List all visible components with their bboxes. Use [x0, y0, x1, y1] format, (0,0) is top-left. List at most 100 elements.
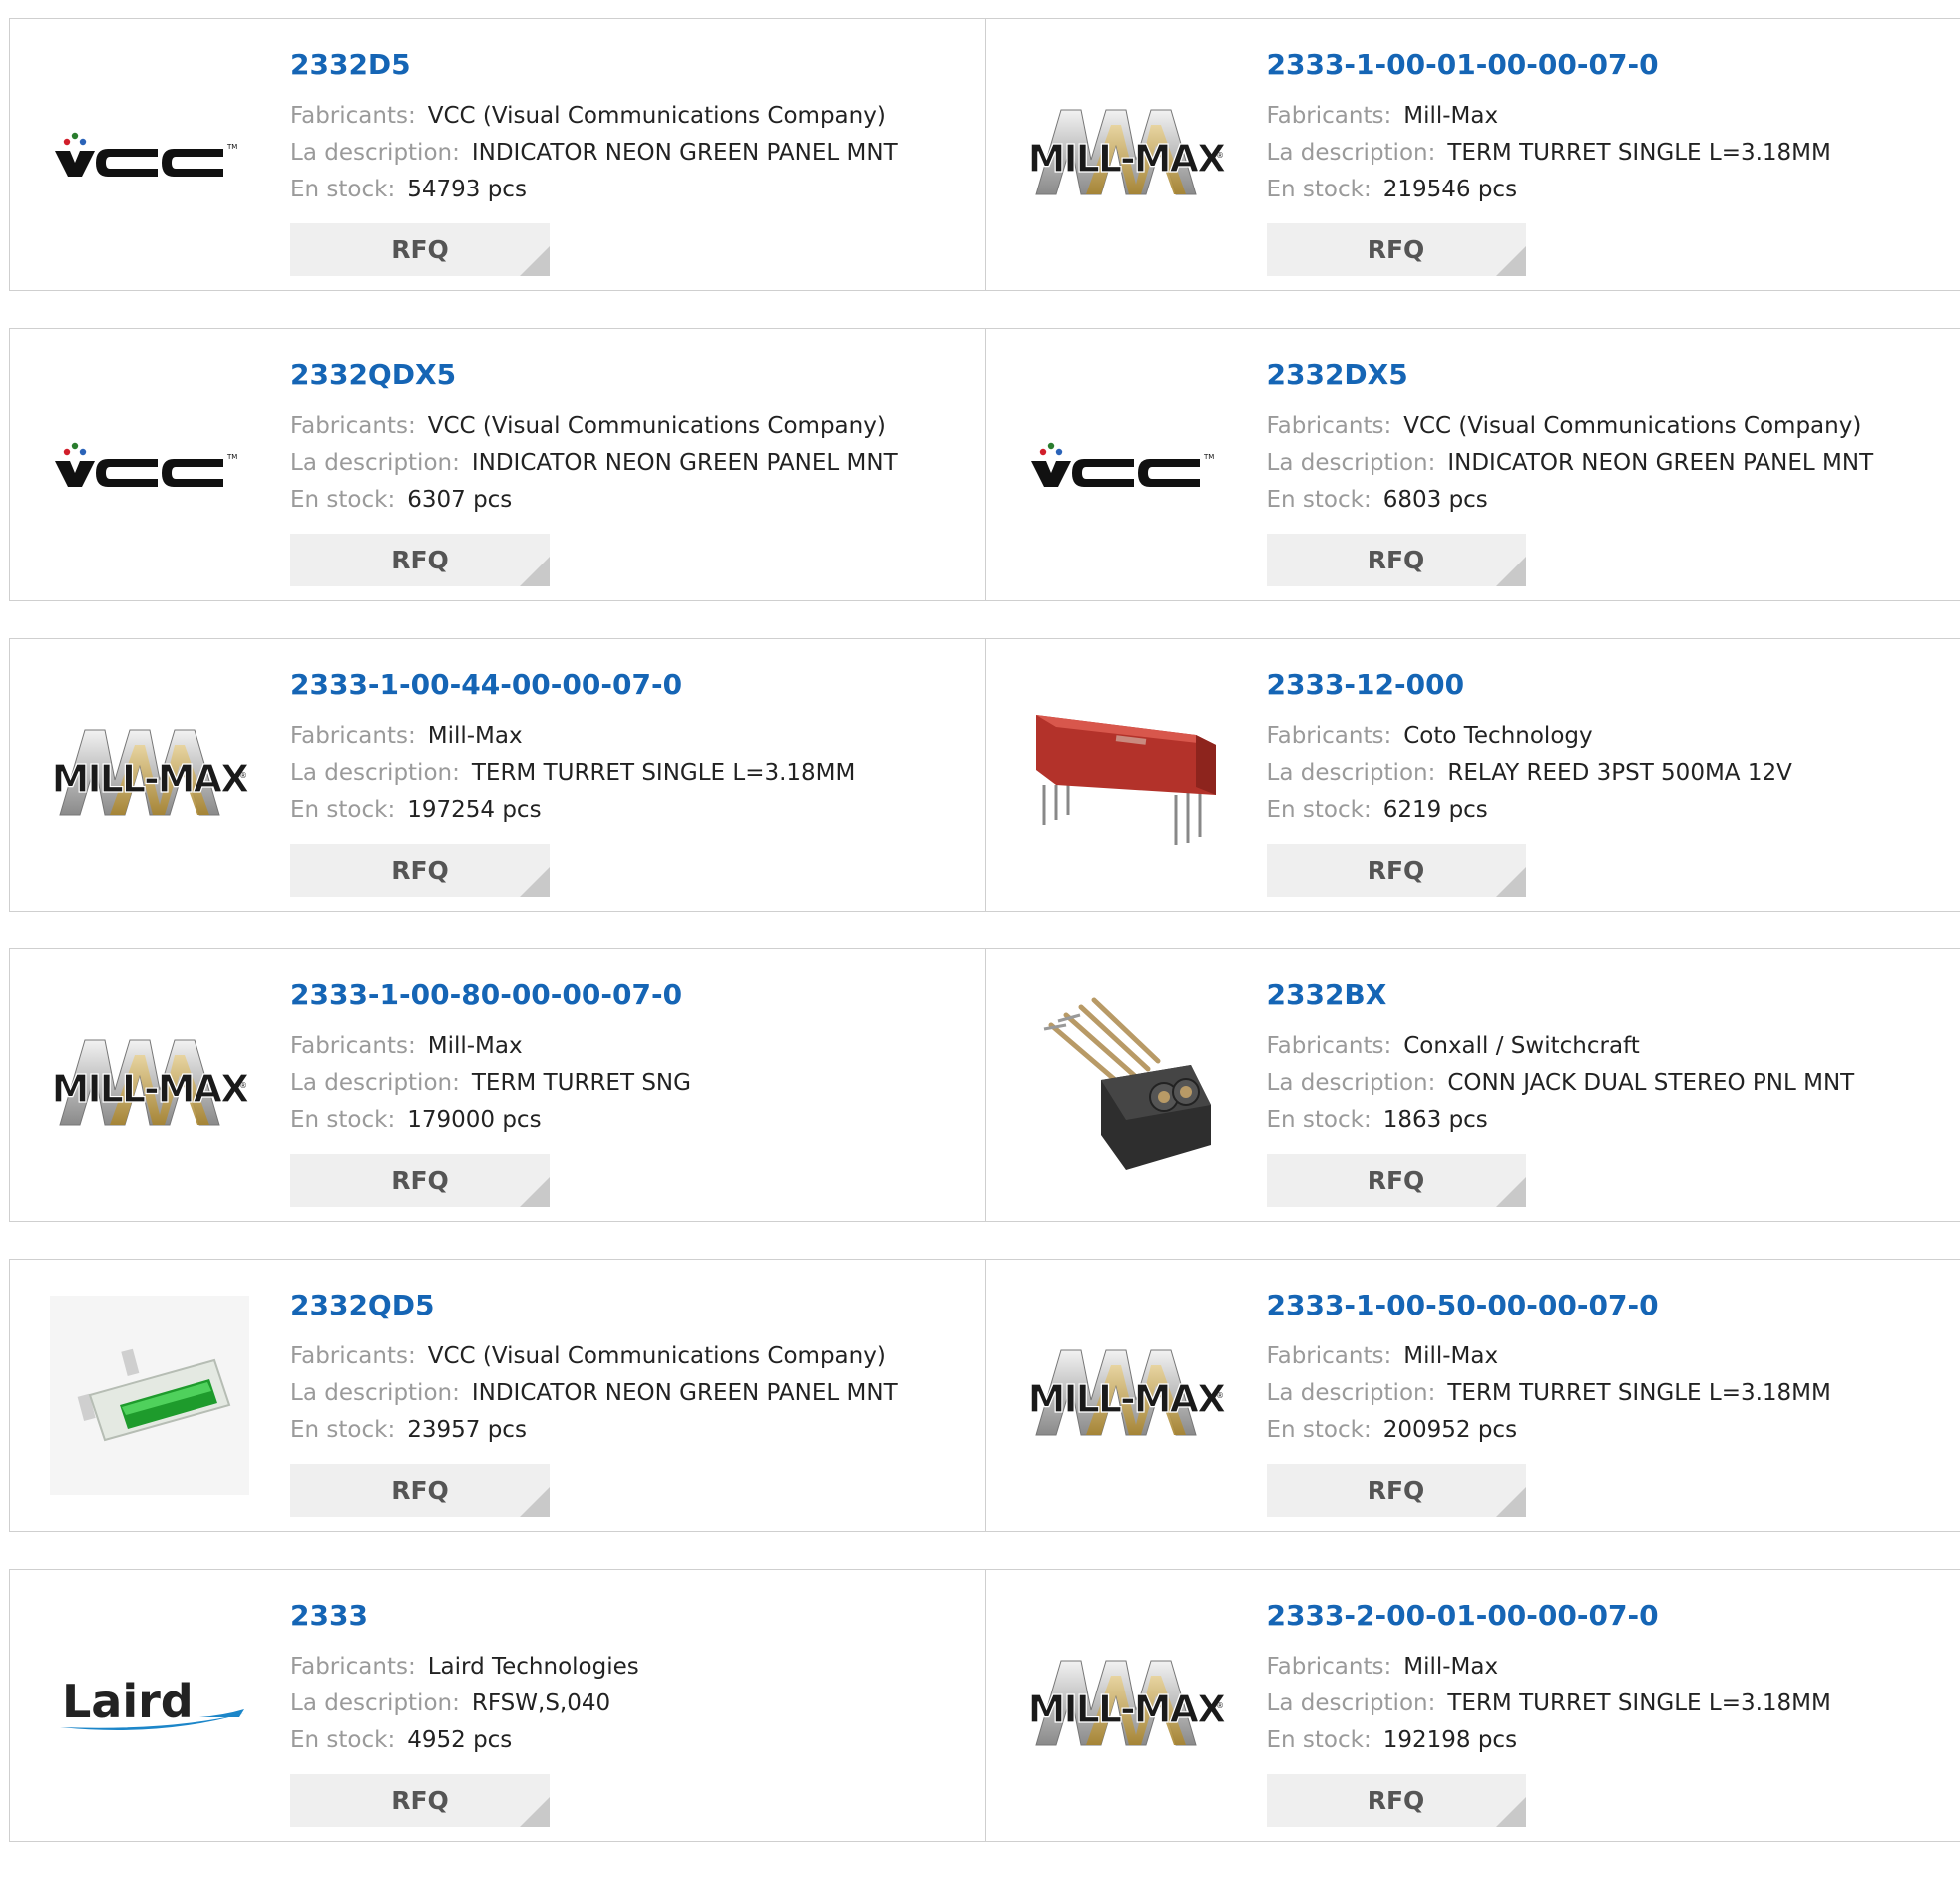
- svg-text:TM: TM: [1203, 453, 1214, 461]
- stock-row: En stock:219546 pcs: [1267, 172, 1831, 208]
- jack-photo[interactable]: [1026, 985, 1226, 1185]
- rfq-button[interactable]: RFQ: [1267, 534, 1526, 586]
- stock-row: En stock:192198 pcs: [1267, 1722, 1831, 1759]
- rfq-button[interactable]: RFQ: [1267, 1154, 1526, 1207]
- part-number-link[interactable]: 2332BX: [1267, 978, 1855, 1012]
- description-row: La description:INDICATOR NEON GREEN PANE…: [290, 135, 898, 172]
- manufacturer-value: Mill-Max: [1403, 1343, 1498, 1369]
- manufacturer-label: Fabricants:: [1267, 723, 1392, 749]
- description-row: La description:INDICATOR NEON GREEN PANE…: [290, 1375, 898, 1412]
- stock-row: En stock:23957 pcs: [290, 1412, 898, 1449]
- corner-triangle-icon: [520, 1487, 550, 1517]
- rfq-button[interactable]: RFQ: [1267, 1774, 1526, 1827]
- stock-row: En stock:6219 pcs: [1267, 792, 1792, 829]
- stock-row: En stock:4952 pcs: [290, 1722, 639, 1759]
- stock-label: En stock:: [290, 1107, 395, 1133]
- product-card: 2333-12-000 Fabricants:Coto Technology L…: [985, 639, 1960, 911]
- manufacturer-row: Fabricants:Mill-Max: [290, 1028, 691, 1065]
- description-value: TERM TURRET SINGLE L=3.18MM: [1447, 1691, 1831, 1716]
- manufacturer-label: Fabricants:: [1267, 413, 1392, 439]
- rfq-label: RFQ: [391, 1476, 449, 1505]
- millmax-logo[interactable]: MILL-MAX ®: [1026, 1606, 1226, 1805]
- millmax-logo[interactable]: MILL-MAX ®: [1026, 55, 1226, 254]
- manufacturer-label: Fabricants:: [1267, 1343, 1392, 1369]
- rfq-button[interactable]: RFQ: [1267, 223, 1526, 276]
- product-info: 2332DX5 Fabricants: VCC (Visual Communica…: [1267, 358, 1874, 586]
- rfq-button[interactable]: RFQ: [290, 1464, 550, 1517]
- part-number-link[interactable]: 2332D5: [290, 48, 898, 82]
- part-number-link[interactable]: 2333-1-00-80-00-00-07-0: [290, 978, 691, 1012]
- svg-text:®: ®: [1216, 1701, 1224, 1710]
- part-number-link[interactable]: 2333-12-000: [1267, 668, 1792, 702]
- part-number-link[interactable]: 2333: [290, 1599, 639, 1633]
- manufacturer-label: Fabricants:: [1267, 103, 1392, 129]
- stock-label: En stock:: [290, 487, 395, 513]
- manufacturer-row: Fabricants:Mill-Max: [290, 718, 855, 755]
- product-card: 2332QD5 Fabricants: VCC (Visual Communica…: [10, 1260, 985, 1531]
- svg-text:MILL-MAX: MILL-MAX: [1027, 1377, 1225, 1421]
- description-value: RELAY REED 3PST 500MA 12V: [1447, 760, 1791, 786]
- vcc-logo[interactable]: TM: [50, 365, 249, 564]
- part-number-link[interactable]: 2333-1-00-50-00-00-07-0: [1267, 1289, 1831, 1322]
- rfq-button[interactable]: RFQ: [290, 223, 550, 276]
- manufacturer-label: Fabricants:: [1267, 1033, 1392, 1059]
- rfq-button[interactable]: RFQ: [1267, 844, 1526, 897]
- manufacturer-value: VCC (Visual Communications Company): [428, 1343, 886, 1369]
- millmax-logo[interactable]: MILL-MAX ®: [50, 985, 249, 1185]
- manufacturer-row: Fabricants: Mill-Max: [1267, 1338, 1831, 1375]
- description-value: TERM TURRET SNG: [472, 1070, 691, 1096]
- svg-text:Laird: Laird: [62, 1675, 194, 1728]
- corner-triangle-icon: [520, 1797, 550, 1827]
- indicator-photo[interactable]: [50, 1296, 249, 1495]
- millmax-logo[interactable]: MILL-MAX ®: [50, 675, 249, 875]
- manufacturer-label: Fabricants:: [290, 1343, 416, 1369]
- description-row: La description:TERM TURRET SINGLE L=3.18…: [1267, 1375, 1831, 1412]
- relay-photo[interactable]: [1026, 675, 1226, 875]
- rfq-button[interactable]: RFQ: [290, 1154, 550, 1207]
- manufacturer-value: Coto Technology: [1403, 723, 1592, 749]
- stock-row: En stock:200952 pcs: [1267, 1412, 1831, 1449]
- part-number-link[interactable]: 2332QD5: [290, 1289, 898, 1322]
- manufacturer-value: VCC (Visual Communications Company): [1403, 413, 1861, 439]
- stock-value: 54793 pcs: [407, 177, 527, 202]
- manufacturer-value: Mill-Max: [428, 1033, 523, 1059]
- rfq-button[interactable]: RFQ: [290, 534, 550, 586]
- product-info: 2332D5 Fabricants:VCC (Visual Communicat…: [290, 48, 898, 276]
- stock-row: En stock:197254 pcs: [290, 792, 855, 829]
- rfq-button[interactable]: RFQ: [290, 844, 550, 897]
- manufacturer-row: Fabricants:Conxall / Switchcraft: [1267, 1028, 1855, 1065]
- description-value: INDICATOR NEON GREEN PANEL MNT: [472, 450, 898, 476]
- rfq-label: RFQ: [1368, 1476, 1425, 1505]
- corner-triangle-icon: [520, 867, 550, 897]
- stock-value: 200952 pcs: [1383, 1417, 1517, 1443]
- part-number-link[interactable]: 2332QDX5: [290, 358, 898, 392]
- stock-value: 6307 pcs: [407, 487, 512, 513]
- stock-value: 4952 pcs: [407, 1727, 512, 1753]
- vcc-logo[interactable]: TM: [50, 55, 249, 254]
- product-row: 2332QD5 Fabricants: VCC (Visual Communica…: [9, 1259, 1960, 1532]
- part-number-link[interactable]: 2333-1-00-44-00-00-07-0: [290, 668, 855, 702]
- rfq-label: RFQ: [1368, 546, 1425, 574]
- part-number-link[interactable]: 2332DX5: [1267, 358, 1874, 392]
- part-number-link[interactable]: 2333-2-00-01-00-00-07-0: [1267, 1599, 1831, 1633]
- rfq-button[interactable]: RFQ: [290, 1774, 550, 1827]
- product-info: 2333-1-00-50-00-00-07-0 Fabricants: Mill-…: [1267, 1289, 1831, 1517]
- svg-text:TM: TM: [226, 453, 237, 461]
- manufacturer-label: Fabricants:: [290, 723, 416, 749]
- part-number-link[interactable]: 2333-1-00-01-00-00-07-0: [1267, 48, 1831, 82]
- rfq-button[interactable]: RFQ: [1267, 1464, 1526, 1517]
- manufacturer-row: Fabricants: VCC (Visual Communications Co…: [1267, 408, 1874, 445]
- millmax-logo[interactable]: MILL-MAX ®: [1026, 1296, 1226, 1495]
- description-value: CONN JACK DUAL STEREO PNL MNT: [1447, 1070, 1854, 1096]
- product-info: 2332BX Fabricants:Conxall / Switchcraft …: [1267, 978, 1855, 1207]
- product-info: 2333-1-00-44-00-00-07-0 Fabricants:Mill-…: [290, 668, 855, 897]
- description-label: La description:: [1267, 450, 1436, 476]
- stock-row: En stock: 6307 pcs: [290, 482, 898, 519]
- vcc-logo[interactable]: TM: [1026, 365, 1226, 564]
- rfq-label: RFQ: [1368, 235, 1425, 264]
- description-label: La description:: [290, 1070, 460, 1096]
- description-value: INDICATOR NEON GREEN PANEL MNT: [472, 1380, 898, 1406]
- description-value: TERM TURRET SINGLE L=3.18MM: [472, 760, 856, 786]
- laird-logo[interactable]: Laird: [50, 1606, 249, 1805]
- corner-triangle-icon: [1496, 557, 1526, 586]
